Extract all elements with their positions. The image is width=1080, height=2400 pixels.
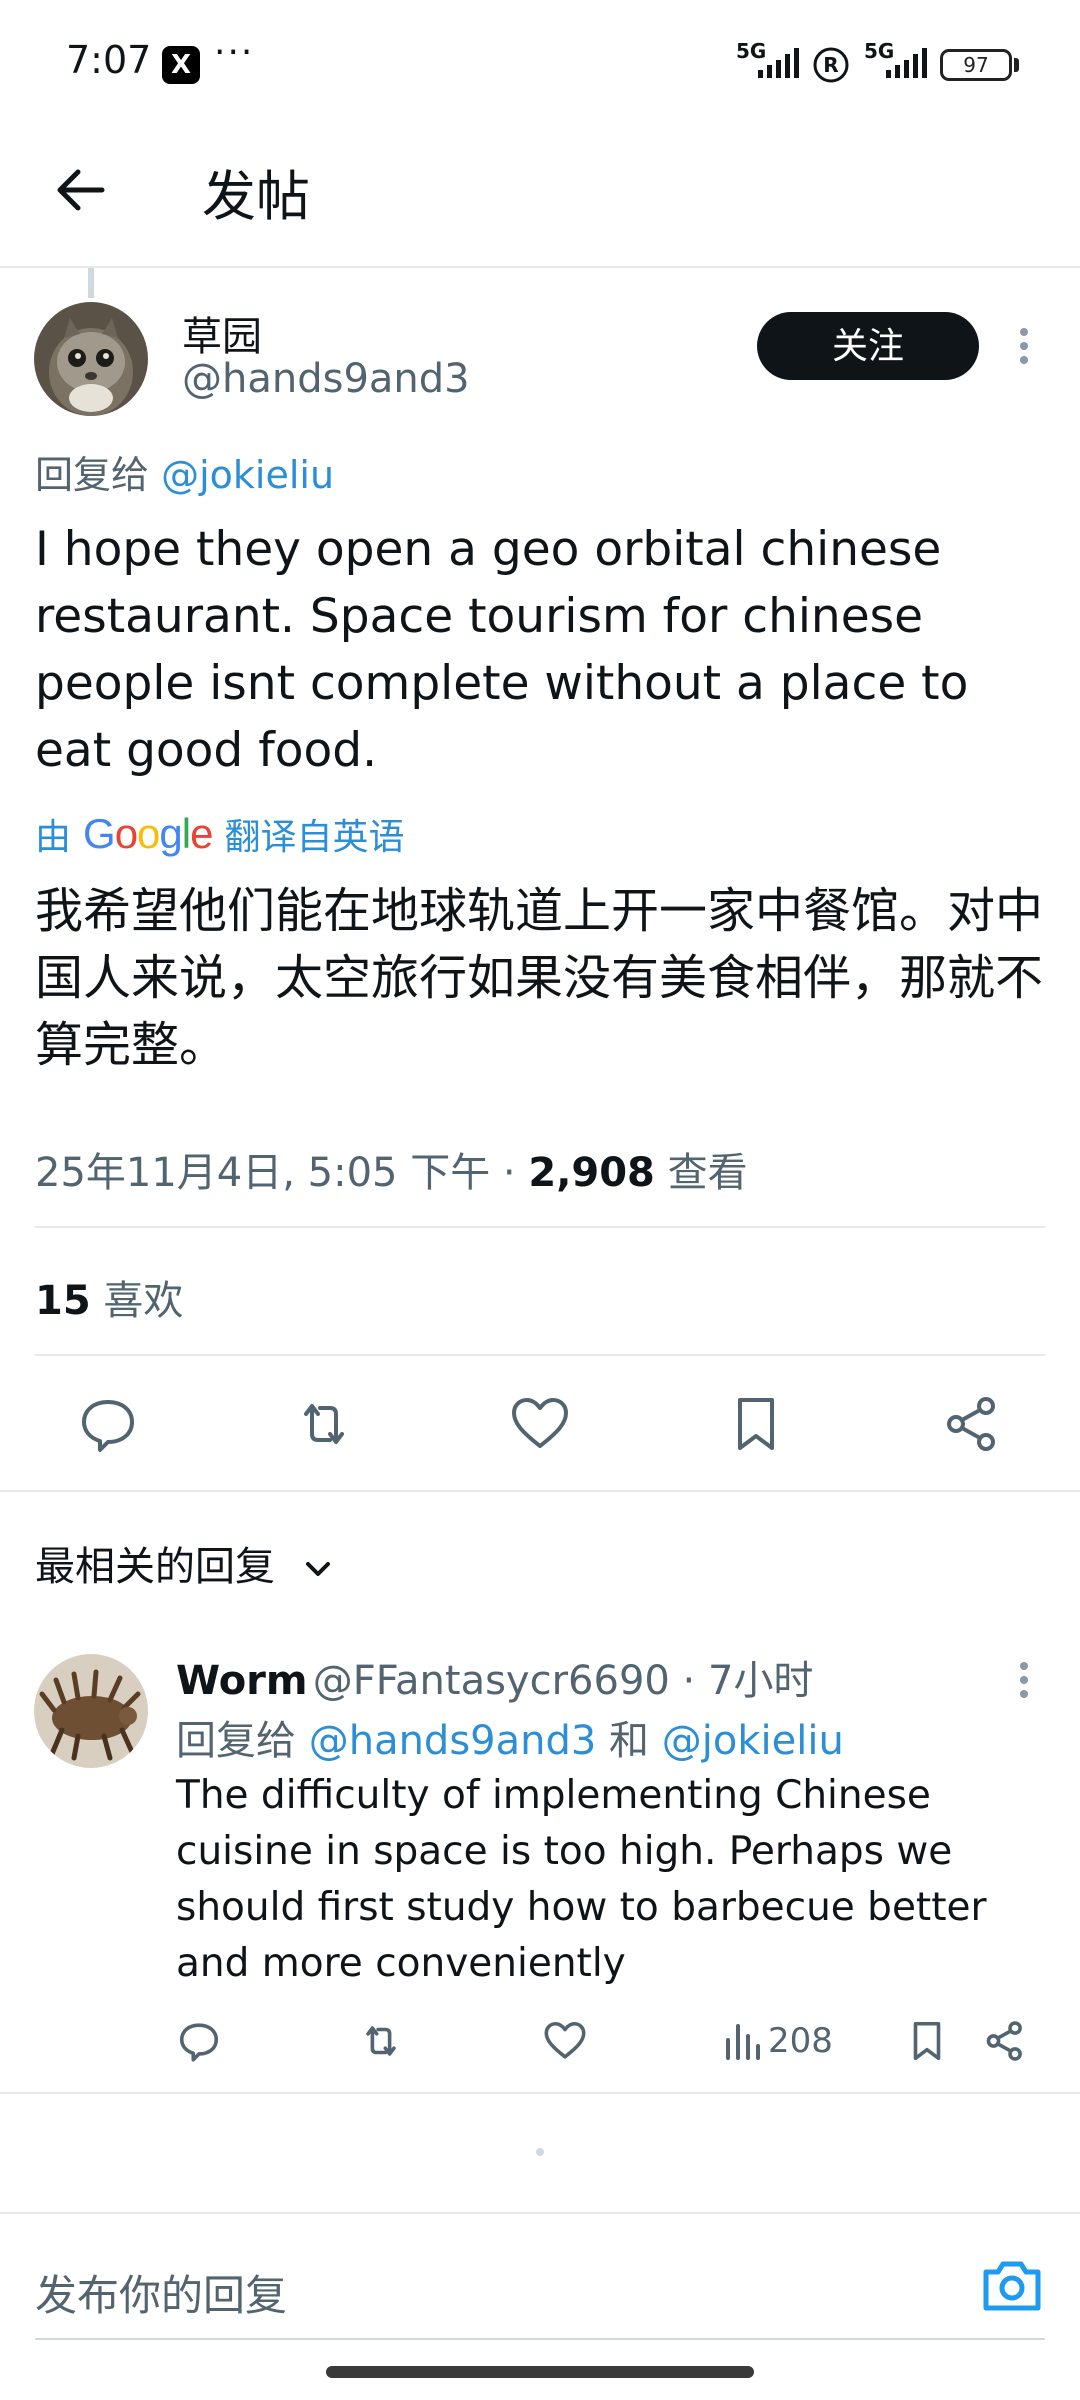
battery-tip bbox=[1014, 58, 1019, 72]
back-arrow-icon[interactable] bbox=[50, 160, 110, 220]
reply-avatar[interactable] bbox=[34, 1654, 148, 1768]
x-app-icon: X bbox=[162, 46, 200, 84]
tweet-text: I hope they open a geo orbital chinese r… bbox=[35, 522, 969, 778]
reply-icon[interactable] bbox=[76, 1392, 140, 1456]
thread-connector bbox=[88, 268, 94, 298]
svg-text:5G: 5G bbox=[736, 40, 766, 63]
reply-reply-icon[interactable] bbox=[176, 2018, 222, 2064]
chevron-down-icon bbox=[305, 1562, 330, 1576]
reply-more-icon[interactable] bbox=[1016, 1660, 1032, 1704]
reply-divider bbox=[0, 2092, 1080, 2094]
header-divider bbox=[0, 266, 1080, 268]
reply-bookmark-icon[interactable] bbox=[904, 2018, 950, 2064]
camera-icon[interactable] bbox=[980, 2256, 1044, 2314]
actions-divider bbox=[0, 1490, 1080, 1492]
repost-icon[interactable] bbox=[292, 1392, 356, 1456]
reply-joiner: 和 bbox=[596, 1718, 662, 1764]
reply-share-icon[interactable] bbox=[982, 2018, 1028, 2064]
share-icon[interactable] bbox=[940, 1392, 1004, 1456]
reply-views[interactable]: 208 bbox=[722, 2018, 833, 2064]
author-name[interactable]: 草园 bbox=[182, 304, 262, 362]
reply-header: Worm @FFantasycr6690 · 7小时 bbox=[176, 1648, 813, 1706]
reply-repost-icon[interactable] bbox=[358, 2018, 404, 2064]
meta-divider bbox=[35, 1226, 1045, 1228]
views-count: 2,908 bbox=[528, 1150, 655, 1196]
signal-icon: 5G bbox=[736, 39, 800, 88]
reply-author-name[interactable]: Worm bbox=[176, 1658, 308, 1704]
views-label: 查看 bbox=[654, 1150, 748, 1196]
tweet-meta: 25年11月4日, 5:05 下午 · 2,908 查看 bbox=[35, 1140, 748, 1198]
reply-sort-dropdown[interactable]: 最相关的回复 bbox=[35, 1534, 338, 1592]
author-handle[interactable]: @hands9and3 bbox=[182, 356, 470, 402]
views-icon bbox=[726, 2024, 760, 2060]
translate-prefix: 由 bbox=[35, 817, 72, 858]
battery-level: 97 bbox=[963, 53, 989, 77]
sort-label: 最相关的回复 bbox=[35, 1544, 275, 1590]
replying-to: 回复给 @jokieliu bbox=[35, 444, 334, 499]
reply-time: · 7小时 bbox=[669, 1658, 814, 1704]
likes-count: 15 bbox=[35, 1278, 91, 1324]
compose-underline bbox=[35, 2338, 1045, 2340]
likes-divider bbox=[35, 1354, 1045, 1356]
battery-icon: 97 bbox=[940, 49, 1012, 81]
likes-summary[interactable]: 15 喜欢 bbox=[35, 1268, 183, 1326]
reply-like-icon[interactable] bbox=[542, 2018, 588, 2064]
google-logo: Google bbox=[83, 810, 213, 857]
home-indicator[interactable] bbox=[326, 2366, 754, 2378]
timestamp: 25年11月4日, 5:05 下午 · bbox=[35, 1150, 529, 1196]
likes-label: 喜欢 bbox=[90, 1278, 184, 1324]
status-time: 7:07 bbox=[66, 38, 152, 82]
loading-indicator bbox=[536, 2148, 544, 2156]
translate-suffix: 翻译自英语 bbox=[224, 817, 405, 858]
reply-to-link-2[interactable]: @jokieliu bbox=[662, 1718, 844, 1764]
reply-replying-to: 回复给 @hands9and3 和 @jokieliu bbox=[176, 1708, 844, 1766]
reply-author-handle[interactable]: @FFantasycr6690 bbox=[313, 1658, 670, 1704]
reply-compose-input[interactable]: 发布你的回复 bbox=[35, 2262, 287, 2323]
reply-text: The difficulty of implementing Chinese c… bbox=[176, 1773, 987, 1986]
registered-icon: R bbox=[812, 46, 850, 88]
translated-text: 我希望他们能在地球轨道上开一家中餐馆。对中国人来说，太空旅行如果没有美食相伴，那… bbox=[35, 883, 1044, 1073]
svg-text:5G: 5G bbox=[864, 40, 894, 63]
compose-top-divider bbox=[0, 2212, 1080, 2214]
reply-to-link-1[interactable]: @hands9and3 bbox=[309, 1718, 597, 1764]
more-options-icon[interactable] bbox=[1016, 326, 1032, 374]
status-overflow-icon: ··· bbox=[214, 32, 255, 73]
reply-views-count: 208 bbox=[768, 2021, 833, 2061]
signal-2-icon: 5G bbox=[864, 39, 928, 88]
bookmark-icon[interactable] bbox=[724, 1392, 788, 1456]
reply-to-link[interactable]: @jokieliu bbox=[161, 453, 334, 497]
page-title: 发帖 bbox=[202, 165, 310, 228]
follow-button[interactable]: 关注 bbox=[757, 312, 979, 380]
translation-attribution[interactable]: 由 Google 翻译自英语 bbox=[35, 808, 404, 860]
reply-reply-prefix: 回复给 bbox=[176, 1718, 309, 1764]
author-avatar[interactable] bbox=[34, 302, 148, 416]
like-icon[interactable] bbox=[508, 1392, 572, 1456]
reply-prefix: 回复给 bbox=[35, 453, 150, 497]
svg-text:R: R bbox=[823, 53, 838, 77]
